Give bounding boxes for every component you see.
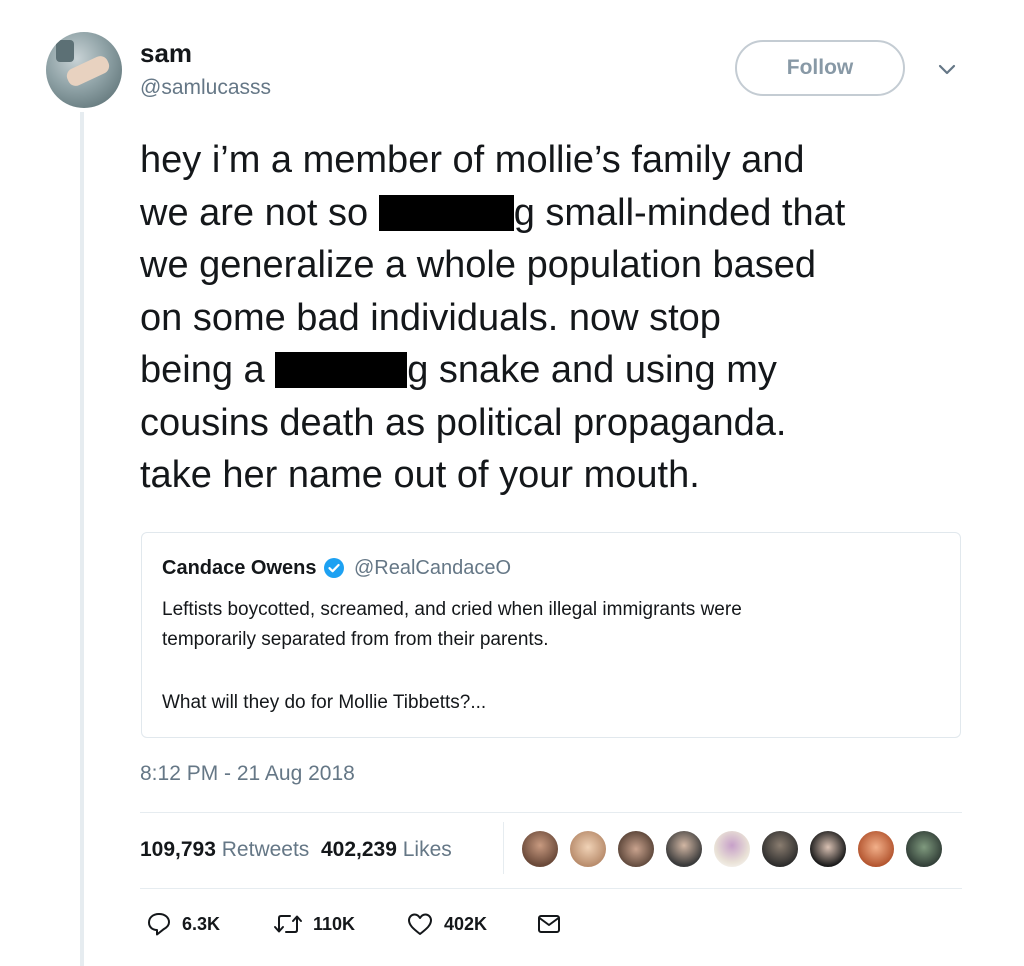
direct-message-button[interactable] bbox=[536, 904, 562, 944]
tweet-line: g small-minded that bbox=[513, 191, 846, 234]
quoted-tweet[interactable]: Candace Owens @RealCandaceO Leftists boy… bbox=[141, 532, 961, 738]
avatar[interactable] bbox=[46, 32, 122, 108]
tweet-line: being a bbox=[140, 349, 276, 391]
likes-count[interactable]: 402,239 bbox=[321, 838, 397, 861]
author-name[interactable]: sam bbox=[140, 38, 192, 69]
divider bbox=[140, 812, 962, 813]
like-count: 402K bbox=[444, 913, 488, 934]
verified-icon bbox=[324, 558, 344, 578]
quoted-author-handle: @RealCandaceO bbox=[354, 557, 512, 579]
message-icon bbox=[538, 915, 560, 933]
divider bbox=[140, 888, 962, 889]
retweets-count[interactable]: 109,793 bbox=[140, 838, 216, 861]
retweet-icon bbox=[274, 915, 302, 933]
stats-separator bbox=[503, 822, 504, 874]
tweet-line: hey i’m a member of mollie’s family and bbox=[140, 139, 805, 181]
likes-label[interactable]: Likes bbox=[403, 838, 452, 861]
retweets-label[interactable]: Retweets bbox=[222, 838, 310, 861]
quoted-author-name: Candace Owens bbox=[162, 557, 317, 579]
avatar[interactable] bbox=[568, 829, 608, 869]
tweet-line: take her name out of your mouth. bbox=[140, 454, 700, 496]
chevron-down-icon[interactable] bbox=[936, 58, 958, 80]
avatar[interactable] bbox=[760, 829, 800, 869]
avatar[interactable] bbox=[904, 829, 944, 869]
avatar[interactable] bbox=[808, 829, 848, 869]
tweet-line: cousins death as political propaganda. bbox=[140, 401, 787, 444]
quoted-text-line: Leftists boycotted, screamed, and cried … bbox=[162, 599, 742, 620]
heart-icon bbox=[408, 913, 432, 935]
tweet-line: we generalize a whole population based bbox=[140, 244, 817, 286]
avatar[interactable] bbox=[664, 829, 704, 869]
avatar[interactable] bbox=[520, 829, 560, 869]
retweet-count: 110K bbox=[313, 913, 356, 934]
quoted-text: Leftists boycotted, screamed, and cried … bbox=[162, 595, 942, 718]
tweet-text: hey i’m a member of mollie’s family and … bbox=[140, 134, 1000, 502]
retweet-button[interactable]: 110K bbox=[273, 904, 355, 944]
engagement-stats: 109,793 Retweets 402,239 Likes bbox=[140, 838, 452, 862]
author-handle[interactable]: @samlucasss bbox=[140, 76, 271, 100]
like-button[interactable]: 402K bbox=[406, 904, 487, 944]
reply-count: 6.3K bbox=[182, 913, 221, 934]
avatar[interactable] bbox=[616, 829, 656, 869]
redaction-bar bbox=[275, 352, 408, 388]
reply-button[interactable]: 6.3K bbox=[146, 904, 220, 944]
quoted-text-line: temporarily separated from from their pa… bbox=[162, 629, 549, 650]
tweet-line: g snake and using my bbox=[407, 349, 777, 391]
avatar[interactable] bbox=[712, 829, 752, 869]
tweet-line: we are not so bbox=[140, 191, 379, 234]
follow-button[interactable]: Follow bbox=[735, 40, 905, 96]
avatar[interactable] bbox=[856, 829, 896, 869]
quoted-text-line: What will they do for Mollie Tibbetts?..… bbox=[162, 692, 487, 713]
timestamp[interactable]: 8:12 PM - 21 Aug 2018 bbox=[140, 762, 355, 786]
redaction-bar bbox=[378, 194, 514, 231]
reply-icon bbox=[148, 913, 170, 936]
tweet-line: on some bad individuals. now stop bbox=[140, 296, 721, 339]
thread-line bbox=[80, 112, 84, 966]
